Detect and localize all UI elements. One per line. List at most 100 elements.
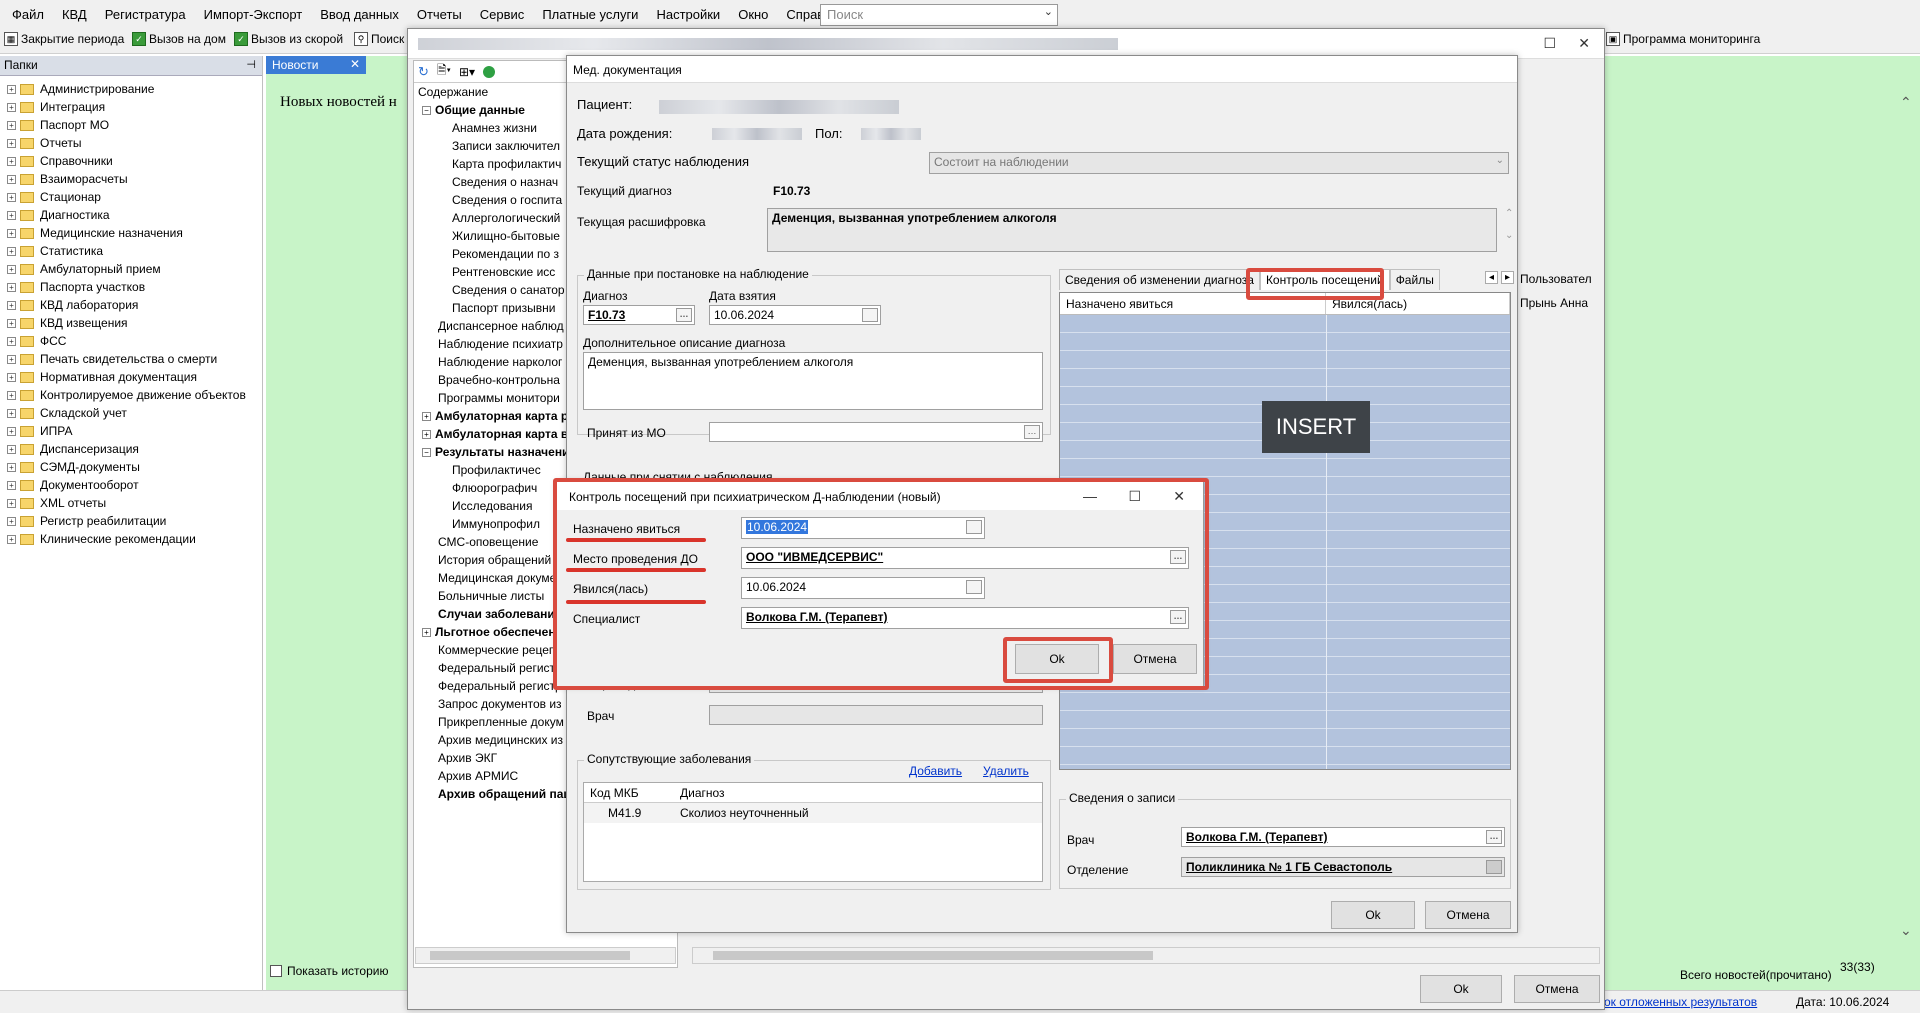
status-select[interactable]: Состоит на наблюдении ⌄ <box>929 152 1509 174</box>
close-icon[interactable]: ✕ <box>1173 488 1185 505</box>
folder-item[interactable]: + Контролируемое движение объектов <box>0 386 262 404</box>
folder-item[interactable]: + Интеграция <box>0 98 262 116</box>
folder-item[interactable]: + Паспорт МО <box>0 116 262 134</box>
menu-item[interactable]: Отчеты <box>417 7 462 22</box>
menu-item[interactable]: Настройки <box>656 7 720 22</box>
chevron-down-icon[interactable]: ⌄ <box>1044 5 1053 18</box>
menu-item[interactable]: КВД <box>62 7 87 22</box>
expand-icon[interactable]: + <box>7 282 16 292</box>
tab-diagnosis-changes[interactable]: Сведения об изменении диагноза <box>1059 269 1260 290</box>
ellipsis-icon[interactable]: … <box>1486 830 1502 844</box>
expand-icon[interactable]: + <box>7 246 16 256</box>
doctor-field[interactable] <box>709 705 1043 725</box>
info-icon[interactable] <box>483 65 496 78</box>
main-scrollbar[interactable] <box>692 947 1600 964</box>
expand-icon[interactable]: + <box>422 627 431 637</box>
menu-item[interactable]: Платные услуги <box>542 7 638 22</box>
layout-icon[interactable]: ⊞▾ <box>459 65 475 79</box>
ellipsis-icon[interactable]: … <box>1170 610 1186 624</box>
menu-item[interactable]: Окно <box>738 7 768 22</box>
dialog-ok-button[interactable]: Ok <box>1015 644 1099 674</box>
menu-item[interactable]: Сервис <box>480 7 525 22</box>
record-cancel-button[interactable]: Отмена <box>1514 975 1600 1003</box>
content-scrollbar[interactable] <box>415 947 676 964</box>
specialist-field[interactable]: Волкова Г.М. (Терапевт)… <box>741 607 1189 629</box>
med-doc-ok-button[interactable]: Ok <box>1331 901 1415 929</box>
menu-item[interactable]: Ввод данных <box>320 7 399 22</box>
menu-item[interactable]: Файл <box>12 7 44 22</box>
expand-icon[interactable]: − <box>422 105 431 115</box>
pin-icon[interactable]: ⊣ <box>246 58 256 71</box>
tab-scroll-right-icon[interactable]: ▸ <box>1501 271 1515 284</box>
expand-icon[interactable]: + <box>7 372 16 382</box>
folder-item[interactable]: + Справочники <box>0 152 262 170</box>
appointed-field[interactable]: 10.06.2024 <box>741 517 985 539</box>
show-history-checkbox[interactable]: Показать историю <box>270 964 388 978</box>
folder-item[interactable]: + Диспансеризация <box>0 440 262 458</box>
date-taken-field[interactable]: 10.06.2024 <box>709 305 881 325</box>
expand-icon[interactable]: + <box>7 300 16 310</box>
monitoring-button[interactable]: ▣ Программа мониторинга <box>1606 32 1760 46</box>
rec-dept-field[interactable]: Поликлиника № 1 ГБ Севастополь <box>1181 857 1505 877</box>
expand-icon[interactable]: + <box>7 498 16 508</box>
close-icon[interactable]: ✕ <box>350 57 360 71</box>
expand-icon[interactable]: + <box>7 120 16 130</box>
calendar-icon[interactable] <box>966 580 982 594</box>
expand-icon[interactable]: + <box>7 336 16 346</box>
pending-results-link[interactable]: ок отложенных результатов <box>1604 995 1757 1009</box>
expand-icon[interactable]: + <box>7 444 16 454</box>
expand-icon[interactable]: + <box>7 102 16 112</box>
rec-doctor-field[interactable]: Волкова Г.М. (Терапевт)… <box>1181 827 1505 847</box>
maximize-icon[interactable]: ☐ <box>1128 488 1141 505</box>
home-call-button[interactable]: ✓ Вызов на дом <box>132 32 226 46</box>
place-field[interactable]: ООО "ИВМЕДСЕРВИС"… <box>741 547 1189 569</box>
delete-link[interactable]: Удалить <box>983 764 1029 778</box>
folder-item[interactable]: + ФСС <box>0 332 262 350</box>
expand-icon[interactable]: + <box>7 534 16 544</box>
ellipsis-icon[interactable] <box>1486 860 1502 874</box>
expand-icon[interactable]: + <box>7 426 16 436</box>
ellipsis-icon[interactable]: … <box>676 308 692 322</box>
close-period-button[interactable]: ▦ Закрытие периода <box>4 32 124 46</box>
extra-desc-field[interactable]: Деменция, вызванная употреблением алкого… <box>583 352 1043 410</box>
folder-item[interactable]: + Стационар <box>0 188 262 206</box>
menu-item[interactable]: Регистратура <box>105 7 186 22</box>
expand-icon[interactable]: + <box>7 264 16 274</box>
table-row[interactable]: M41.9 Сколиоз неуточненный <box>584 803 1042 823</box>
expand-icon[interactable]: + <box>7 390 16 400</box>
chevron-down-icon[interactable]: ⌄ <box>1496 155 1504 166</box>
search-input[interactable]: Поиск ⌄ <box>820 4 1058 26</box>
expand-icon[interactable]: + <box>7 84 16 94</box>
expand-icon[interactable]: + <box>7 228 16 238</box>
med-doc-cancel-button[interactable]: Отмена <box>1425 901 1511 929</box>
close-icon[interactable]: ✕ <box>1578 35 1590 52</box>
expand-icon[interactable]: + <box>7 174 16 184</box>
minimize-icon[interactable]: — <box>1083 488 1097 504</box>
ellipsis-icon[interactable]: … <box>1170 550 1186 564</box>
expand-icon[interactable]: + <box>422 429 431 439</box>
folder-item[interactable]: + Взаиморасчеты <box>0 170 262 188</box>
folder-item[interactable]: + Документооборот <box>0 476 262 494</box>
tab-news[interactable]: Новости ✕ <box>266 56 366 74</box>
expand-icon[interactable]: + <box>7 408 16 418</box>
expand-icon[interactable]: + <box>7 138 16 148</box>
folder-item[interactable]: + СЭМД-документы <box>0 458 262 476</box>
expand-icon[interactable]: − <box>422 447 431 457</box>
folder-item[interactable]: + XML отчеты <box>0 494 262 512</box>
tab-scroll-left-icon[interactable]: ◂ <box>1485 271 1499 284</box>
menu-item[interactable]: Импорт-Экспорт <box>204 7 303 22</box>
expand-icon[interactable]: + <box>7 192 16 202</box>
ellipsis-icon[interactable]: … <box>1024 425 1040 439</box>
folder-item[interactable]: + Клинические рекомендации <box>0 530 262 548</box>
folder-item[interactable]: + Паспорта участков <box>0 278 262 296</box>
folder-item[interactable]: + Отчеты <box>0 134 262 152</box>
folder-item[interactable]: + Диагностика <box>0 206 262 224</box>
expand-icon[interactable]: + <box>422 411 431 421</box>
tab-files[interactable]: Файлы <box>1389 269 1440 290</box>
dialog-cancel-button[interactable]: Отмена <box>1113 644 1197 674</box>
expand-icon[interactable]: + <box>7 354 16 364</box>
checkbox-box[interactable] <box>270 965 282 977</box>
expand-icon[interactable]: + <box>7 480 16 490</box>
folder-item[interactable]: + Печать свидетельства о смерти <box>0 350 262 368</box>
scroll-arrows-icon[interactable]: ⌃ ⌄ <box>1505 208 1513 241</box>
